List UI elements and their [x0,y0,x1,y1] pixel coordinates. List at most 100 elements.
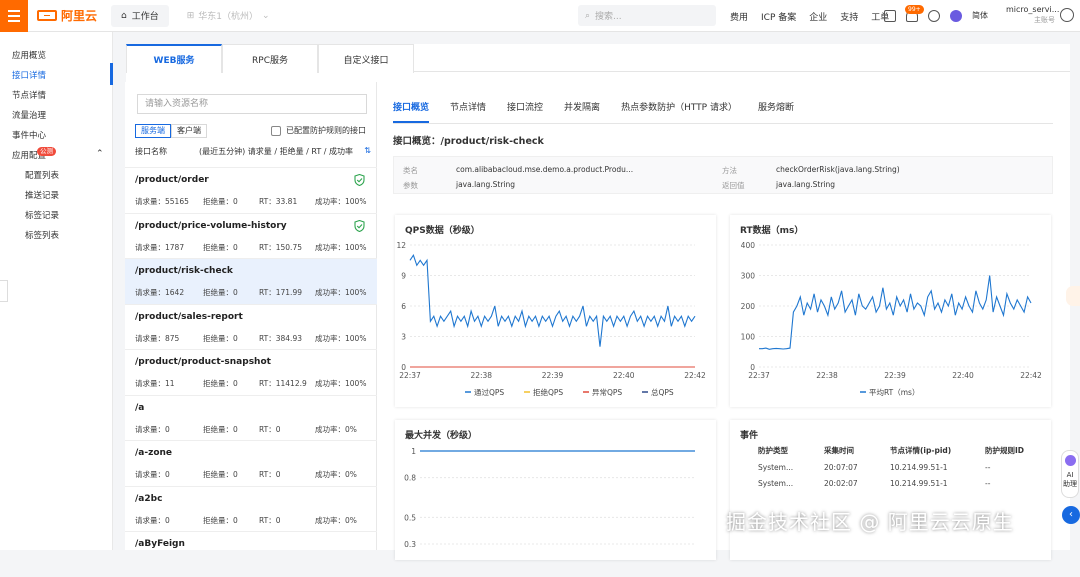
ai-assistant-button[interactable]: AI 助理 [1061,450,1079,498]
table-row[interactable]: /a 请求量：0 拒绝量：0 RT：0 成功率：0% [125,394,377,441]
user-menu[interactable]: micro_servi... 主账号 [1006,4,1059,26]
help-icon[interactable] [928,10,940,22]
api-list: /product/order 请求量：55165 拒绝量：0 RT：33.81 成功率：… [125,167,377,577]
row-metric-req: 请求量：55165 [135,197,189,206]
sort-icon[interactable]: ⇅ [364,146,371,155]
hamburger-menu-icon[interactable] [0,0,28,32]
assistant-icon[interactable] [950,10,962,22]
detail-tab[interactable]: 并发隔离 [564,100,600,123]
api-name: /product/risk-check [135,266,233,276]
api-detail-panel: 接口概览 节点详情 接口流控 并发隔离 热点参数防护（HTTP 请求） 服务熔断 接口概览… [378,82,1070,560]
sidebar-item-api-details[interactable]: 接口详情 [12,66,46,86]
avatar[interactable] [1060,8,1074,22]
row-metric-succ: 成功率：100% [315,197,367,206]
events-header: 节点详情(ip-pid) [890,446,952,455]
top-link[interactable]: 费用 [730,10,748,23]
table-row[interactable]: /product/order 请求量：55165 拒绝量：0 RT：33.81 成功率：… [125,167,377,213]
events-cell: 10.214.99.51-1 [890,463,948,472]
qps-chart-card: QPS数据（秒级） 0 3 6 9 12 22:37 22:38 22:39 22:40 22:4… [395,215,716,407]
sidebar-sub-push-records[interactable]: 推送记录 [25,186,59,206]
rt-chart[interactable]: 010020030040022:37 22:38 22:39 22:40 22:42平均… [730,215,1051,407]
events-cell: -- [985,463,991,472]
sidebar-sub-tag-list[interactable]: 标签列表 [25,226,59,246]
top-link[interactable]: 企业 [809,10,827,23]
legend-label: 拒绝QPS [533,387,563,397]
row-metric-req: 请求量：0 [135,424,170,434]
concurrency-chart-card: 最大并发（秒级） 0.3 0.5 0.8 1 [395,420,716,560]
floating-helper-icon[interactable] [1066,286,1080,306]
api-name: /aByFeign [135,539,185,549]
table-row[interactable]: /product/price-volume-history 请求量：1787 拒绝量… [125,212,377,259]
top-link[interactable]: 支持 [840,10,858,23]
detail-tab[interactable]: 服务熔断 [758,100,794,123]
tab-custom-api[interactable]: 自定义接口 [318,44,414,73]
qps-chart[interactable]: 03691222:37 22:38 22:39 22:40 22:42通过QPS 拒绝QP… [395,215,716,407]
tabs-divider [393,123,1053,124]
table-row[interactable]: /aByFeign [125,531,377,577]
table-row[interactable]: /product/risk-check 请求量：1642 拒绝量：0 RT：171.9… [125,258,377,304]
legend-label: 异常QPS [592,388,622,397]
top-link[interactable]: ICP 备案 [761,10,796,23]
x-tick-label: 22:37 [748,371,770,380]
rule-filter-checkbox[interactable]: 已配置防护规则的接口 [271,125,366,136]
collapse-arrow-icon[interactable]: ‹ [1062,506,1080,524]
sidebar-collapse-handle[interactable] [0,280,8,302]
api-name: /product/product-snapshot [135,357,271,367]
sidebar: 应用概览 接口详情 节点详情 流量治理 事件中心 应用配置 ⌃ 配置列表 推送记… [0,32,113,550]
y-tick-label: 6 [401,302,406,311]
events-cell: 20:02:07 [824,479,858,488]
table-row[interactable]: /product/sales-report 请求量：875 拒绝量：0 RT：384.… [125,303,377,350]
events-cell: System... [758,479,794,488]
sidebar-active-indicator [110,63,113,85]
sidebar-item-traffic[interactable]: 流量治理 [12,106,46,126]
api-name: /product/order [135,175,209,185]
table-row[interactable]: /product/product-snapshot 请求量：11 拒绝量：0 RT：1… [125,349,377,395]
sidebar-item-overview[interactable]: 应用概览 [12,46,46,66]
chevron-up-icon[interactable]: ⌃ [96,149,104,159]
home-icon: ⌂ [121,10,127,21]
events-header: 防护规则ID [985,446,1025,455]
tab-web-service[interactable]: WEB服务 [126,44,222,73]
row-metric-req: 请求量：1787 [135,242,185,252]
row-metric-req: 请求量：1642 [135,288,185,297]
events-title: 事件 [740,431,759,441]
top-icons: 简体 [884,0,988,32]
lang-switch[interactable]: 简体 [972,10,988,22]
detail-tab[interactable]: 接口流控 [507,100,543,123]
y-tick-label: 300 [741,272,756,281]
row-metric-rej: 拒绝量：0 [203,515,238,525]
detail-tab[interactable]: 接口概览 [393,100,430,123]
table-row[interactable]: /a-zone 请求量：0 拒绝量：0 RT：0 成功率：0% [125,440,377,486]
workbench-button[interactable]: ⌂ 工作台 [111,4,169,27]
toggle-client[interactable]: 客户端 [171,124,207,138]
events-header: 防护类型 [758,446,788,455]
search-icon: ⌕ [585,10,591,21]
row-metric-rej: 拒绝量：0 [203,197,238,206]
brand-logo[interactable]: 阿里云 [37,7,97,24]
sidebar-item-events[interactable]: 事件中心 [12,126,46,146]
detail-tab[interactable]: 节点详情 [450,100,486,123]
watermark: 掘金技术社区 @ 阿里云云原生 [726,510,1014,534]
sidebar-item-node-details[interactable]: 节点详情 [12,86,46,106]
y-tick-label: 0.3 [404,540,416,549]
region-selector[interactable]: ⊞ 华东1（杭州） ⌄ [187,9,270,23]
chevron-down-icon: ⌄ [262,10,270,21]
tab-rpc-service[interactable]: RPC服务 [222,44,318,73]
sidebar-sub-config-list[interactable]: 配置列表 [25,166,59,186]
table-row[interactable]: /a2bc 请求量：0 拒绝量：0 RT：0 成功率：0% [125,485,377,532]
sidebar-sub-tag-records[interactable]: 标签记录 [25,206,59,226]
image-icon[interactable] [884,10,896,22]
global-search-input[interactable]: ⌕ 搜索... [578,5,716,26]
row-metric-rt: RT：11412.9 [259,379,307,388]
detail-tabs: 接口概览 节点详情 接口流控 并发隔离 热点参数防护（HTTP 请求） 服务熔断 [393,100,794,123]
concurrency-chart[interactable]: 0.3 0.5 0.8 1 [395,420,716,560]
series-line [409,253,696,347]
x-tick-label: 22:42 [1020,371,1042,380]
row-metric-succ: 成功率：100% [315,288,367,297]
events-card: 事件 防护类型 采集时间 节点详情(ip-pid) 防护规则ID System... 20… [730,420,1051,560]
toggle-server[interactable]: 服务端 [135,124,171,138]
resource-search-input[interactable]: 请输入资源名称 [137,94,367,114]
legend-label: 总QPS [651,387,674,397]
detail-tab[interactable]: 热点参数防护（HTTP 请求） [621,100,737,123]
row-metric-succ: 成功率：100% [315,333,367,343]
